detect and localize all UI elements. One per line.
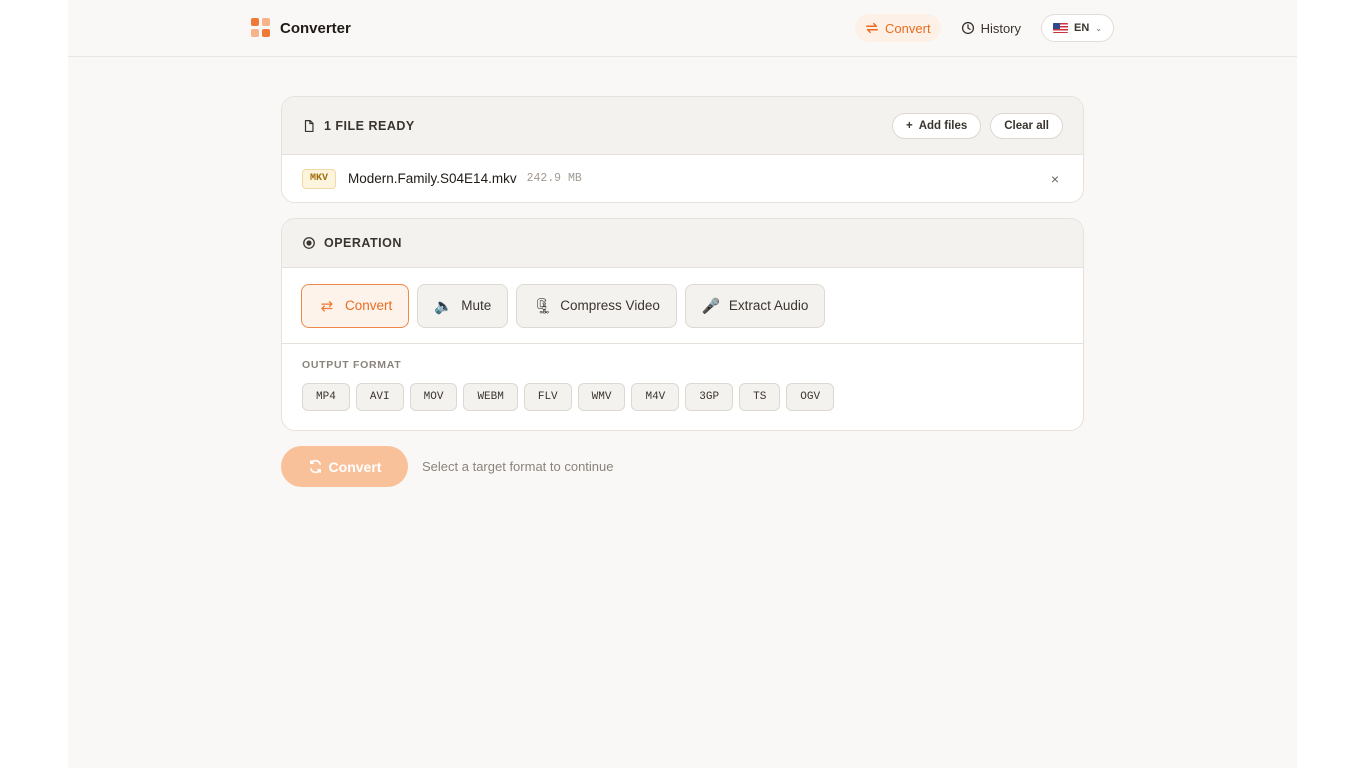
output-format-section: OUTPUT FORMAT MP4 AVI MOV WEBM FLV WMV M… — [282, 344, 1083, 411]
chevron-down-icon: ⌄ — [1095, 23, 1102, 33]
format-ogv[interactable]: OGV — [786, 383, 835, 411]
operation-card: OPERATION ⇄ Convert 🔈 Mute 🗜 Compress Vi… — [281, 218, 1084, 431]
file-size: 242.9 MB — [526, 172, 582, 185]
convert-hint: Select a target format to continue — [422, 459, 614, 474]
us-flag-icon — [1053, 23, 1069, 33]
file-icon — [304, 119, 314, 132]
add-files-button[interactable]: + Add files — [891, 112, 982, 139]
op-compress-button[interactable]: 🗜 Compress Video — [516, 283, 677, 328]
format-wmv[interactable]: WMV — [577, 383, 626, 411]
format-mov[interactable]: MOV — [409, 383, 458, 411]
op-compress-label: Compress Video — [560, 298, 660, 313]
format-m4v[interactable]: M4V — [631, 383, 680, 411]
top-bar: Converter Convert History EN ⌄ — [68, 0, 1297, 57]
brand[interactable]: Converter — [251, 18, 351, 38]
plus-icon: + — [905, 119, 913, 132]
convert-submit-button[interactable]: Convert — [281, 446, 408, 487]
clear-all-label: Clear all — [1004, 119, 1049, 132]
clamp-icon: 🗜 — [533, 297, 553, 315]
files-title: 1 FILE READY — [302, 119, 415, 133]
op-extract-audio-label: Extract Audio — [728, 298, 809, 313]
clear-all-button[interactable]: Clear all — [990, 112, 1063, 139]
nav-history[interactable]: History — [951, 14, 1031, 42]
output-format-label: OUTPUT FORMAT — [302, 359, 402, 371]
format-ts[interactable]: TS — [739, 383, 781, 411]
action-row: Convert Select a target format to contin… — [281, 446, 614, 487]
convert-submit-label: Convert — [328, 458, 382, 475]
file-ext-badge: MKV — [302, 168, 337, 189]
logo-icon — [251, 18, 271, 38]
operation-title: OPERATION — [302, 236, 402, 250]
op-mute-label: Mute — [461, 298, 492, 313]
operation-title-text: OPERATION — [324, 236, 402, 250]
files-actions: + Add files Clear all — [891, 112, 1063, 139]
format-avi[interactable]: AVI — [355, 383, 404, 411]
format-flv[interactable]: FLV — [523, 383, 572, 411]
nav-convert-label: Convert — [885, 20, 931, 36]
nav-history-label: History — [980, 20, 1022, 36]
language-selector[interactable]: EN ⌄ — [1041, 14, 1114, 42]
microphone-icon: 🎤 — [701, 297, 721, 315]
convert-icon: ⇄ — [320, 297, 334, 315]
top-nav: Convert History EN ⌄ — [855, 14, 1114, 42]
app-name: Converter — [280, 19, 351, 37]
convert-icon — [866, 22, 878, 34]
op-convert-label: Convert — [345, 298, 393, 313]
files-card: 1 FILE READY + Add files Clear all MKV M… — [281, 96, 1084, 203]
file-row: MKV Modern.Family.S04E14.mkv 242.9 MB × — [282, 155, 1083, 202]
nav-convert[interactable]: Convert — [855, 14, 941, 42]
language-label: EN — [1074, 22, 1090, 34]
operation-options: ⇄ Convert 🔈 Mute 🗜 Compress Video 🎤 Extr… — [282, 268, 1083, 344]
page: Converter Convert History EN ⌄ 1 FILE RE… — [68, 0, 1297, 768]
operation-card-header: OPERATION — [282, 219, 1083, 268]
op-extract-audio-button[interactable]: 🎤 Extract Audio — [684, 283, 826, 328]
file-name: Modern.Family.S04E14.mkv — [348, 171, 517, 186]
remove-file-icon[interactable]: × — [1051, 171, 1059, 187]
files-card-header: 1 FILE READY + Add files Clear all — [282, 97, 1083, 155]
files-title-text: 1 FILE READY — [324, 118, 415, 133]
format-webm[interactable]: WEBM — [463, 383, 518, 411]
op-mute-button[interactable]: 🔈 Mute — [417, 283, 509, 328]
target-icon — [303, 237, 315, 249]
op-convert-button[interactable]: ⇄ Convert — [301, 283, 410, 328]
format-list: MP4 AVI MOV WEBM FLV WMV M4V 3GP TS OGV — [302, 383, 1063, 411]
convert-icon — [309, 459, 321, 474]
clock-icon — [961, 21, 974, 35]
format-3gp[interactable]: 3GP — [685, 383, 734, 411]
mute-speaker-icon: 🔈 — [434, 297, 453, 315]
format-mp4[interactable]: MP4 — [302, 383, 350, 411]
add-files-label: Add files — [918, 119, 968, 132]
